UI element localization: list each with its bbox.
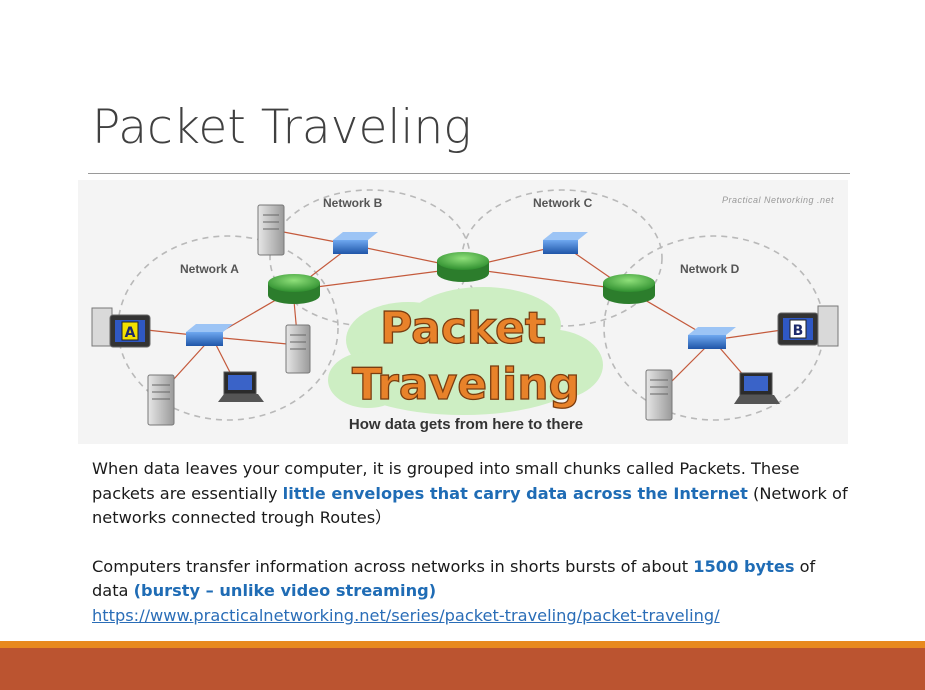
title-divider [88, 173, 850, 174]
headline-packet: Packet [380, 303, 546, 354]
host-b-label: B [793, 323, 804, 339]
paragraph-packets: When data leaves your computer, it is gr… [92, 457, 852, 531]
slide-title: Packet Traveling [92, 100, 472, 155]
watermark: Practical Networking .net [722, 195, 834, 205]
server-icon [257, 204, 285, 256]
server-icon [285, 324, 311, 374]
network-diagram: A B Network A Network B Network C Networ… [78, 180, 848, 444]
paragraph-bursts: Computers transfer information across ne… [92, 555, 852, 629]
server-icon [147, 374, 175, 426]
network-a-label: Network A [180, 262, 239, 276]
highlight-bytes: 1500 bytes [693, 556, 795, 576]
highlight-envelopes: little envelopes that carry data across … [282, 483, 748, 503]
host-a-label: A [125, 325, 136, 341]
network-c-label: Network C [533, 196, 593, 210]
network-d-label: Network D [680, 262, 740, 276]
headline-traveling: Traveling [352, 359, 580, 410]
footer-accent-stripe [0, 641, 925, 648]
router-icon [603, 274, 655, 304]
paragraph-text: Computers transfer information across ne… [92, 556, 694, 576]
headline-tagline: How data gets from here to there [349, 416, 583, 433]
server-icon [645, 369, 673, 421]
router-icon [437, 252, 489, 282]
footer-band [0, 648, 925, 690]
router-icon [268, 274, 320, 304]
source-link[interactable]: https://www.practicalnetworking.net/seri… [92, 606, 720, 625]
network-b-label: Network B [323, 196, 383, 210]
highlight-bursty: (bursty – unlike video streaming) [133, 581, 437, 600]
slide-body: When data leaves your computer, it is gr… [92, 457, 852, 628]
